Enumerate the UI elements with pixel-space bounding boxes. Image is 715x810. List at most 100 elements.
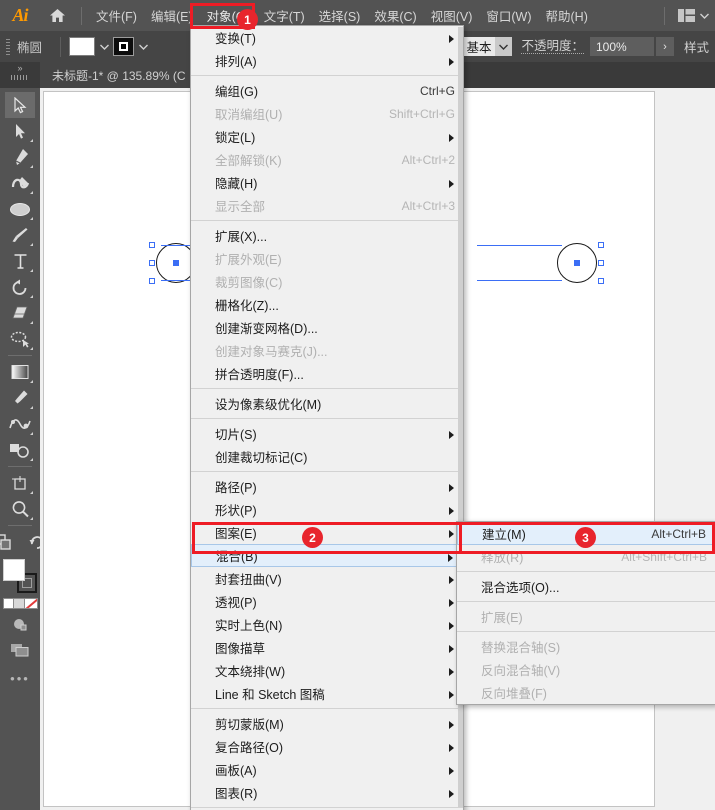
menu-item-15[interactable]: 设为像素级优化(M): [191, 392, 463, 415]
blend-submenu[interactable]: 建立(M) Alt+Ctrl+B 释放(R) Alt+Shift+Ctrl+B 混合选项…: [456, 521, 715, 705]
menu-item-24[interactable]: 实时上色(N): [191, 613, 463, 636]
menu-help[interactable]: 帮助(H): [539, 0, 595, 31]
menu-item-20[interactable]: 图案(E): [191, 521, 463, 544]
handle-tr[interactable]: [598, 242, 604, 248]
menu-item-16[interactable]: 切片(S): [191, 422, 463, 445]
panel-expand-icon[interactable]: »: [0, 61, 40, 89]
stroke-dropdown-arrow[interactable]: [134, 37, 152, 56]
fill-dropdown-arrow[interactable]: [95, 37, 113, 56]
ellipse-right-center: [574, 260, 580, 266]
shape-builder-tool[interactable]: [5, 437, 35, 463]
menu-item-14[interactable]: 拼合透明度(F)...: [191, 362, 463, 385]
menu-item-25[interactable]: 图像描草: [191, 636, 463, 659]
zoom-tool[interactable]: [5, 496, 35, 522]
submenu-arrow-icon: [449, 767, 454, 775]
submenu-arrow-icon: [449, 622, 454, 630]
menu-separator: [457, 601, 715, 602]
more-tools-button[interactable]: •••: [10, 671, 30, 686]
menu-item-shortcut: Alt+Ctrl+3: [401, 198, 455, 213]
ellipse-tool[interactable]: [5, 196, 35, 222]
direct-selection-tool[interactable]: [5, 118, 35, 144]
fill-swatch[interactable]: [69, 37, 96, 56]
menu-file[interactable]: 文件(F): [89, 0, 144, 31]
home-icon[interactable]: [40, 0, 74, 31]
menu-item-22[interactable]: 封套扭曲(V): [191, 567, 463, 590]
handle-br[interactable]: [598, 278, 604, 284]
color-button[interactable]: [2, 598, 14, 609]
menu-item-13: 创建对象马赛克(J)...: [191, 339, 463, 362]
menu-window[interactable]: 窗口(W): [479, 0, 538, 31]
menu-item-18[interactable]: 路径(P): [191, 475, 463, 498]
paintbrush-tool[interactable]: [5, 222, 35, 248]
arrange-icon[interactable]: [0, 529, 18, 555]
opacity-value[interactable]: 100%: [589, 37, 654, 56]
submenu-arrow-icon: [449, 576, 454, 584]
screen-mode-icon[interactable]: [5, 637, 35, 663]
style-label[interactable]: 样式: [684, 37, 709, 56]
stroke-swatch[interactable]: [113, 37, 135, 56]
menu-item-0[interactable]: 变换(T): [191, 26, 463, 49]
ellipse-right-selection-bottom: [477, 280, 562, 281]
drawing-mode-icon[interactable]: [5, 611, 35, 637]
submenu-arrow-icon: [449, 484, 454, 492]
menu-item-6[interactable]: 隐藏(H): [191, 171, 463, 194]
menu-separator: [457, 631, 715, 632]
menu-item-27[interactable]: Line 和 Sketch 图稿: [191, 682, 463, 705]
lasso-tool[interactable]: [5, 326, 35, 352]
eraser-tool[interactable]: [5, 300, 35, 326]
gradient-button[interactable]: [13, 598, 25, 609]
pen-tool[interactable]: [5, 144, 35, 170]
submenu-arrow-icon: [449, 431, 454, 439]
submenu-arrow-icon: [449, 599, 454, 607]
handle-mr[interactable]: [598, 260, 604, 266]
opacity-more-button[interactable]: ›: [655, 37, 674, 56]
selection-tool[interactable]: [5, 92, 35, 118]
menu-item-29[interactable]: 复合路径(O): [191, 735, 463, 758]
menu-item-28[interactable]: 剪切蒙版(M): [191, 712, 463, 735]
blend-tool[interactable]: [5, 411, 35, 437]
menu-item-4[interactable]: 锁定(L): [191, 125, 463, 148]
object-menu[interactable]: 变换(T) 排列(A) 编组(G) Ctrl+G 取消编组(U) Shift+Ctrl+G…: [190, 25, 464, 810]
menu-item-31[interactable]: 图表(R): [191, 781, 463, 804]
menu-item-label: 显示全部: [215, 200, 266, 214]
handle-bl[interactable]: [149, 278, 155, 284]
workspace-switcher[interactable]: [672, 0, 715, 31]
artboard-tool[interactable]: [5, 470, 35, 496]
document-tab[interactable]: 未标题-1* @ 135.89% (C: [40, 62, 199, 88]
rotate-tool[interactable]: [5, 274, 35, 300]
none-button[interactable]: [24, 598, 38, 609]
menu-separator: [191, 418, 463, 419]
menu-item-21[interactable]: 混合(B): [191, 544, 463, 567]
gradient-tool[interactable]: [5, 359, 35, 385]
handle-ml[interactable]: [149, 260, 155, 266]
submenu-arrow-icon: [449, 58, 454, 66]
eyedropper-tool[interactable]: [5, 385, 35, 411]
menu-item-2[interactable]: 混合选项(O)...: [457, 575, 715, 598]
menu-item-2[interactable]: 编组(G) Ctrl+G: [191, 79, 463, 102]
menu-item-17[interactable]: 创建裁切标记(C): [191, 445, 463, 468]
menu-item-19[interactable]: 形状(P): [191, 498, 463, 521]
fill-stroke-indicator[interactable]: [3, 559, 37, 593]
stroke-profile-arrow[interactable]: [495, 37, 513, 56]
menu-item-30[interactable]: 画板(A): [191, 758, 463, 781]
menu-item-8[interactable]: 扩展(X)...: [191, 224, 463, 247]
menu-item-label: 取消编组(U): [215, 108, 283, 122]
control-bar-grip[interactable]: [6, 38, 10, 55]
tools-panel: •••: [0, 88, 44, 810]
menu-item-label: 画板(A): [215, 764, 257, 778]
menu-item-label: 反向混合轴(V): [481, 664, 561, 678]
submenu-arrow-icon: [449, 530, 454, 538]
menu-item-12[interactable]: 创建渐变网格(D)...: [191, 316, 463, 339]
menu-item-23[interactable]: 透视(P): [191, 590, 463, 613]
type-tool[interactable]: [5, 248, 35, 274]
menu-item-11[interactable]: 栅格化(Z)...: [191, 293, 463, 316]
handle-tl[interactable]: [149, 242, 155, 248]
menu-item-label: 创建对象马赛克(J)...: [215, 345, 328, 359]
curvature-tool[interactable]: [5, 170, 35, 196]
menu-item-26[interactable]: 文本绕排(W): [191, 659, 463, 682]
menu-item-7: 显示全部 Alt+Ctrl+3: [191, 194, 463, 217]
fill-color-box[interactable]: [3, 559, 25, 581]
submenu-arrow-icon: [449, 134, 454, 142]
menu-item-1[interactable]: 排列(A): [191, 49, 463, 72]
menu-item-9: 扩展外观(E): [191, 247, 463, 270]
